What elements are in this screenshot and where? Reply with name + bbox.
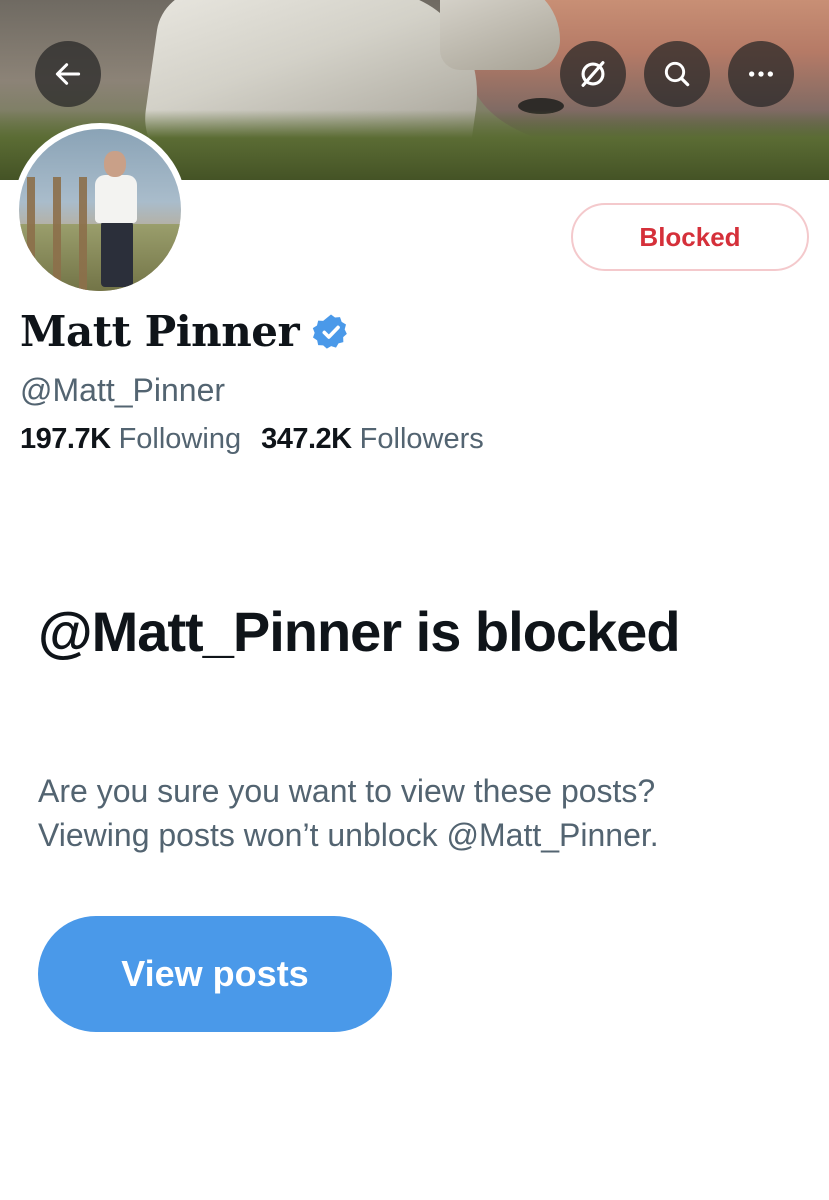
blocked-description-line2: Viewing posts won’t unblock @Matt_Pinner… xyxy=(38,817,659,853)
followers-count: 347.2K xyxy=(261,423,352,455)
followers-label: Followers xyxy=(359,423,484,455)
user-handle: @Matt_Pinner xyxy=(20,372,226,408)
back-button[interactable] xyxy=(35,41,101,107)
avatar[interactable] xyxy=(13,123,187,297)
mute-button[interactable] xyxy=(560,41,626,107)
more-icon xyxy=(749,71,773,77)
avatar-image xyxy=(19,129,181,291)
blocked-button[interactable]: Blocked xyxy=(571,203,809,271)
slash-circle-icon xyxy=(581,61,605,87)
blocked-description: Are you sure you want to view these post… xyxy=(38,769,818,857)
name-row: Matt Pinner xyxy=(20,307,351,356)
follow-stats: 197.7K Following 347.2K Followers xyxy=(20,423,484,456)
blocked-title: @Matt_Pinner is blocked xyxy=(38,600,681,663)
display-name: Matt Pinner xyxy=(20,307,300,356)
search-icon xyxy=(664,61,690,87)
profile-page: Blocked Matt Pinner @Matt_Pinner 197.7K … xyxy=(0,0,829,1200)
arrow-left-icon xyxy=(55,63,81,85)
followers-link[interactable]: 347.2K Followers xyxy=(261,423,484,456)
following-label: Following xyxy=(118,423,242,455)
following-count: 197.7K xyxy=(20,423,111,455)
search-button[interactable] xyxy=(644,41,710,107)
more-button[interactable] xyxy=(728,41,794,107)
view-posts-button[interactable]: View posts xyxy=(38,916,392,1032)
verified-badge-icon[interactable] xyxy=(311,312,351,352)
following-link[interactable]: 197.7K Following xyxy=(20,423,241,456)
blocked-description-line1: Are you sure you want to view these post… xyxy=(38,773,656,809)
